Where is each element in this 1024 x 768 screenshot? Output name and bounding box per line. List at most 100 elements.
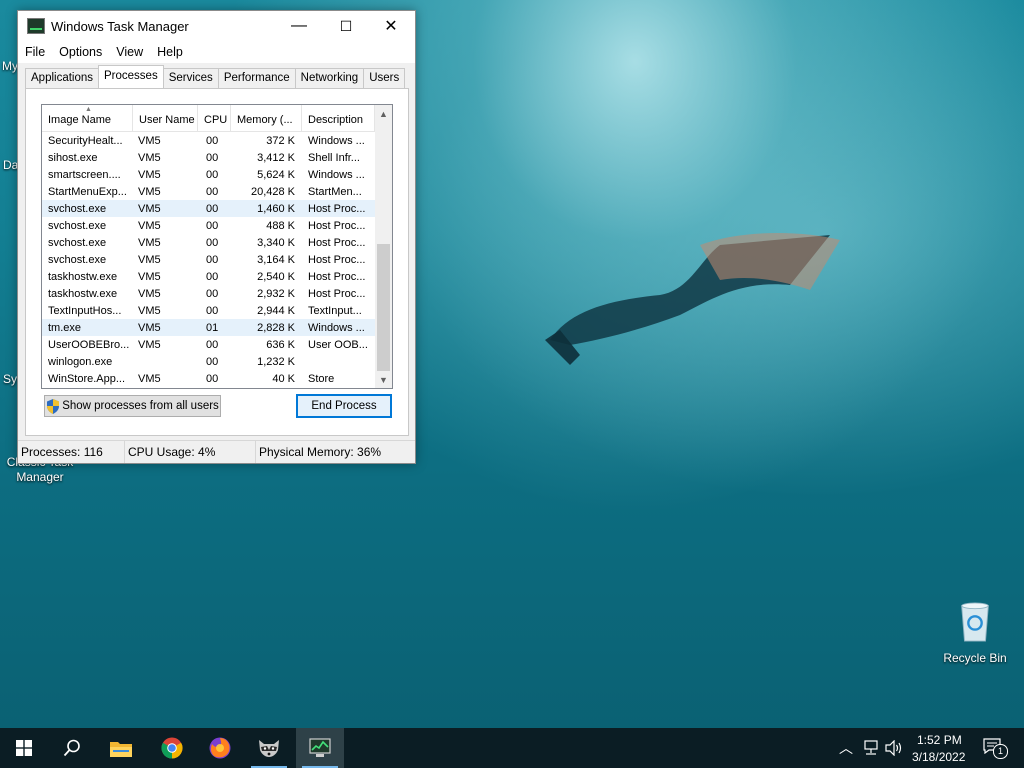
title-bar[interactable]: Windows Task Manager — ☐ ✕ bbox=[18, 11, 415, 41]
cell-memory: 2,932 K bbox=[257, 287, 295, 300]
menu-view[interactable]: View bbox=[109, 45, 150, 59]
table-row[interactable]: TextInputHos... VM5 00 2,944 K TextInput... bbox=[42, 302, 392, 319]
tab-users[interactable]: Users bbox=[363, 68, 406, 88]
file-explorer-icon bbox=[110, 742, 132, 757]
sort-ascending-icon: ▲ bbox=[85, 106, 92, 113]
search-button[interactable] bbox=[48, 728, 96, 768]
firefox-button[interactable] bbox=[196, 728, 244, 768]
show-all-processes-label: Show processes from all users bbox=[62, 400, 219, 412]
table-row[interactable]: UserOOBEBro... VM5 00 636 K User OOB... bbox=[42, 336, 392, 353]
table-row[interactable]: winlogon.exe 00 1,232 K bbox=[42, 353, 392, 370]
cell-image-name: taskhostw.exe bbox=[48, 270, 118, 283]
cell-cpu: 00 bbox=[206, 168, 219, 181]
cell-cpu: 00 bbox=[206, 151, 219, 164]
task-manager-app-icon bbox=[27, 18, 45, 34]
show-all-processes-button[interactable]: Show processes from all users bbox=[44, 395, 221, 417]
cell-memory: 2,828 K bbox=[257, 321, 295, 334]
tab-processes[interactable]: Processes bbox=[98, 65, 164, 89]
desktop-icon-label-my[interactable]: My bbox=[2, 59, 18, 73]
column-user-name[interactable]: User Name bbox=[133, 105, 198, 131]
cell-user-name: VM5 bbox=[138, 287, 161, 300]
close-button[interactable]: ✕ bbox=[368, 11, 414, 41]
cell-user-name: VM5 bbox=[138, 270, 161, 283]
show-hidden-icons-chevron-icon[interactable]: ︿ bbox=[839, 738, 853, 758]
cell-description: Host Proc... bbox=[308, 270, 366, 283]
table-row[interactable]: svchost.exe VM5 00 3,164 K Host Proc... bbox=[42, 251, 392, 268]
cell-memory: 636 K bbox=[266, 338, 295, 351]
cell-memory: 5,624 K bbox=[257, 168, 295, 181]
cell-image-name: svchost.exe bbox=[48, 202, 107, 215]
cell-user-name: VM5 bbox=[138, 304, 161, 317]
column-cpu[interactable]: CPU bbox=[198, 105, 231, 131]
cell-user-name: VM5 bbox=[138, 338, 161, 351]
raccoon-app-icon bbox=[259, 740, 279, 757]
cell-cpu: 00 bbox=[206, 219, 219, 232]
tab-services[interactable]: Services bbox=[162, 68, 219, 88]
action-center-button[interactable]: 1 bbox=[983, 738, 1008, 759]
table-row[interactable]: taskhostw.exe VM5 00 2,932 K Host Proc... bbox=[42, 285, 392, 302]
clock-time[interactable]: 1:52 PM bbox=[917, 733, 962, 747]
tab-performance[interactable]: Performance bbox=[217, 68, 296, 88]
process-rows: SecurityHealt... VM5 00 372 K Windows ... sih… bbox=[42, 132, 392, 387]
scroll-down-icon[interactable]: ▼ bbox=[375, 371, 392, 388]
menu-help[interactable]: Help bbox=[150, 45, 190, 59]
status-bar: Processes: 116 CPU Usage: 4% Physical Me… bbox=[18, 440, 415, 463]
cell-description: Host Proc... bbox=[308, 236, 366, 249]
taskbar: ︿ 1:52 PM 3/18/2022 1 bbox=[0, 728, 1024, 768]
process-list[interactable]: ▲ Image Name User Name CPU Memory (... D… bbox=[41, 104, 393, 389]
minimize-button[interactable]: — bbox=[276, 11, 322, 41]
recycle-bin-shortcut[interactable]: Recycle Bin bbox=[938, 602, 1012, 665]
table-row[interactable]: svchost.exe VM5 00 488 K Host Proc... bbox=[42, 217, 392, 234]
cell-image-name: tm.exe bbox=[48, 321, 82, 334]
scroll-up-icon[interactable]: ▲ bbox=[375, 105, 392, 122]
menu-file[interactable]: File bbox=[18, 45, 52, 59]
column-description[interactable]: Description bbox=[302, 105, 375, 131]
volume-icon[interactable] bbox=[885, 740, 903, 756]
cell-memory: 1,232 K bbox=[257, 355, 295, 368]
cell-cpu: 00 bbox=[206, 185, 219, 198]
tab-networking[interactable]: Networking bbox=[294, 68, 365, 88]
search-icon bbox=[63, 739, 80, 757]
cell-description: Host Proc... bbox=[308, 219, 366, 232]
end-process-button[interactable]: End Process bbox=[296, 394, 392, 418]
cell-memory: 40 K bbox=[272, 372, 295, 385]
network-icon[interactable] bbox=[863, 740, 879, 756]
cell-image-name: UserOOBEBro... bbox=[48, 338, 130, 351]
menu-options[interactable]: Options bbox=[52, 45, 109, 59]
table-row[interactable]: svchost.exe VM5 00 1,460 K Host Proc... bbox=[42, 200, 392, 217]
cell-user-name: VM5 bbox=[138, 202, 161, 215]
cell-memory: 3,412 K bbox=[257, 151, 295, 164]
table-row[interactable]: tm.exe VM5 01 2,828 K Windows ... bbox=[42, 319, 392, 336]
cell-user-name: VM5 bbox=[138, 219, 161, 232]
cell-user-name: VM5 bbox=[138, 134, 161, 147]
column-memory[interactable]: Memory (... bbox=[231, 105, 302, 131]
tab-applications[interactable]: Applications bbox=[25, 68, 100, 88]
raccoon-app-button[interactable] bbox=[245, 728, 293, 768]
swimmer-silhouette bbox=[545, 233, 840, 365]
cell-image-name: svchost.exe bbox=[48, 219, 107, 232]
table-row[interactable]: taskhostw.exe VM5 00 2,540 K Host Proc... bbox=[42, 268, 392, 285]
start-button[interactable] bbox=[0, 728, 48, 768]
table-row[interactable]: SecurityHealt... VM5 00 372 K Windows ... bbox=[42, 132, 392, 149]
task-manager-taskbar-button[interactable] bbox=[296, 728, 344, 768]
table-row[interactable]: StartMenuExp... VM5 00 20,428 K StartMen... bbox=[42, 183, 392, 200]
cell-description: Host Proc... bbox=[308, 287, 366, 300]
file-explorer-button[interactable] bbox=[97, 728, 145, 768]
uac-shield-icon bbox=[47, 398, 60, 414]
table-row[interactable]: sihost.exe VM5 00 3,412 K Shell Infr... bbox=[42, 149, 392, 166]
clock-date[interactable]: 3/18/2022 bbox=[912, 750, 965, 764]
firefox-icon bbox=[209, 737, 231, 759]
cell-description: Host Proc... bbox=[308, 253, 366, 266]
cell-cpu: 00 bbox=[206, 202, 219, 215]
scroll-thumb[interactable] bbox=[377, 244, 390, 371]
table-row[interactable]: svchost.exe VM5 00 3,340 K Host Proc... bbox=[42, 234, 392, 251]
maximize-button[interactable]: ☐ bbox=[323, 11, 369, 41]
recycle-bin-icon bbox=[961, 602, 989, 642]
status-processes: Processes: 116 bbox=[18, 441, 125, 463]
table-row[interactable]: smartscreen.... VM5 00 5,624 K Windows ... bbox=[42, 166, 392, 183]
task-manager-icon bbox=[309, 738, 331, 757]
cell-cpu: 00 bbox=[206, 253, 219, 266]
chrome-button[interactable] bbox=[148, 728, 196, 768]
table-row[interactable]: WinStore.App... VM5 00 40 K Store bbox=[42, 370, 392, 387]
vertical-scrollbar[interactable]: ▲ ▼ bbox=[375, 105, 392, 388]
